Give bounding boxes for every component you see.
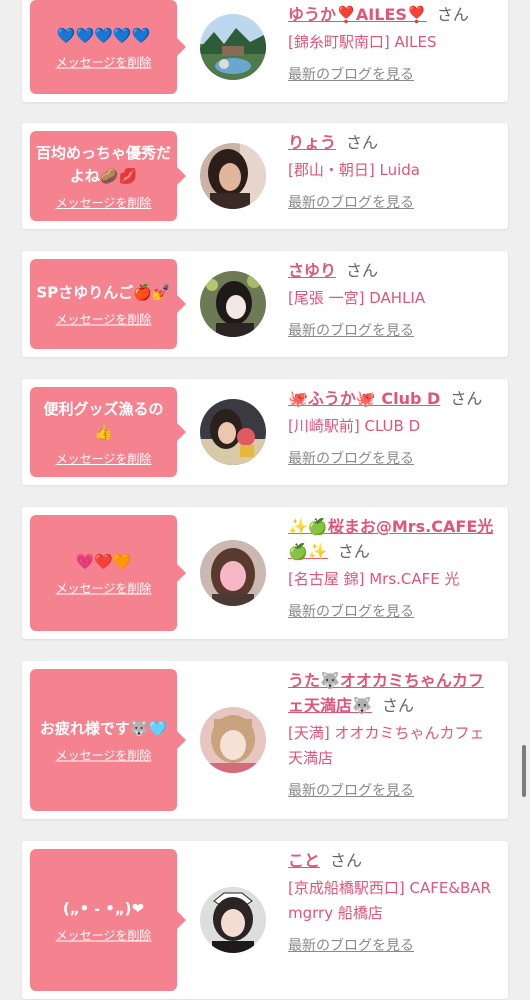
message-card: 便利グッズ漁るの👍 メッセージを削除 🐙ふうか🐙 Club D さん [川崎駅前]… — [22, 379, 508, 485]
avatar-woman-photo-icon — [200, 399, 266, 465]
name-line: りょう さん — [288, 130, 498, 155]
honorific: さん — [346, 261, 379, 280]
user-info: ゆうか❣️AILES❣️ さん [錦糸町駅南口] AILES 最新のブログを見る — [288, 2, 498, 85]
honorific: さん — [450, 389, 483, 408]
user-name-link[interactable]: ゆうか❣️AILES❣️ — [288, 5, 427, 24]
honorific: さん — [436, 5, 469, 24]
delete-message-link[interactable]: メッセージを削除 — [30, 313, 177, 327]
delete-message-link[interactable]: メッセージを削除 — [30, 929, 177, 943]
user-info: うた🐺オオカミちゃんカフェ天満店🐺 さん [天満] オオカミちゃんカフェ天満店 最… — [288, 668, 498, 801]
user-info: さゆり さん [尾張 一宮] DAHLIA 最新のブログを見る — [288, 258, 498, 341]
message-text: 💗❤️🧡 — [75, 552, 132, 571]
user-name-link[interactable]: さゆり — [288, 261, 336, 280]
avatar[interactable] — [200, 399, 266, 465]
avatar-landscape-photo-icon — [200, 14, 266, 80]
user-info: 🐙ふうか🐙 Club D さん [川崎駅前] CLUB D 最新のブログを見る — [288, 386, 498, 469]
latest-blog-link[interactable]: 最新のブログを見る — [288, 449, 414, 469]
name-line: ゆうか❣️AILES❣️ さん — [288, 2, 498, 27]
message-bubble: 百均めっちゃ優秀だよね🥔💋 メッセージを削除 — [30, 131, 186, 221]
message-card: 💙💙💙💙💙 メッセージを削除 ゆうか❣️AILES❣️ さん [錦糸町駅南口] A… — [22, 0, 508, 102]
name-line: うた🐺オオカミちゃんカフェ天満店🐺 さん — [288, 668, 498, 718]
message-text: SPさゆりんご🍎💅 — [36, 283, 171, 302]
message-card: 百均めっちゃ優秀だよね🥔💋 メッセージを削除 りょう さん [郡山・朝日] Lui… — [22, 123, 508, 229]
avatar[interactable] — [200, 271, 266, 337]
message-bubble: 💗❤️🧡 メッセージを削除 — [30, 515, 186, 631]
avatar[interactable] — [200, 143, 266, 209]
message-text: 💙💙💙💙💙 — [56, 26, 151, 45]
avatar[interactable] — [200, 14, 266, 80]
honorific: さん — [346, 133, 379, 152]
latest-blog-link[interactable]: 最新のブログを見る — [288, 65, 414, 85]
user-info: ✨🍏桜まお@Mrs.CAFE光🍏✨ さん [名古屋 錦] Mrs.CAFE 光 最… — [288, 514, 498, 622]
honorific: さん — [337, 542, 370, 561]
latest-blog-link[interactable]: 最新のブログを見る — [288, 936, 414, 956]
message-card: お疲れ様です🐺🩵 メッセージを削除 うた🐺オオカミちゃんカフェ天満店🐺 さん [天… — [22, 661, 508, 819]
latest-blog-link[interactable]: 最新のブログを見る — [288, 602, 414, 622]
delete-message-link[interactable]: メッセージを削除 — [30, 56, 177, 70]
honorific: さん — [330, 851, 363, 870]
latest-blog-link[interactable]: 最新のブログを見る — [288, 193, 414, 213]
message-bubble: 便利グッズ漁るの👍 メッセージを削除 — [30, 387, 186, 477]
shop-label: [川崎駅前] CLUB D — [288, 417, 421, 435]
message-text: 百均めっちゃ優秀だよね🥔💋 — [36, 144, 172, 185]
shop-label: [京成船橋駅西口] CAFE&BAR mgrry 船橋店 — [288, 879, 491, 922]
delete-message-link[interactable]: メッセージを削除 — [30, 582, 177, 596]
message-list: 💙💙💙💙💙 メッセージを削除 ゆうか❣️AILES❣️ さん [錦糸町駅南口] A… — [0, 0, 530, 1000]
message-card: („• ֊ •„)❤ メッセージを削除 こと さん [京成船橋駅西口] CAFE&… — [22, 841, 508, 999]
message-bubble: SPさゆりんご🍎💅 メッセージを削除 — [30, 259, 186, 349]
user-name-link[interactable]: りょう — [288, 133, 336, 152]
avatar-woman-photo-icon — [200, 143, 266, 209]
honorific: さん — [381, 696, 414, 715]
name-line: さゆり さん — [288, 258, 498, 283]
avatar[interactable] — [200, 887, 266, 953]
user-name-link[interactable]: こと — [288, 851, 320, 870]
message-card: 💗❤️🧡 メッセージを削除 ✨🍏桜まお@Mrs.CAFE光🍏✨ さん [名古屋 錦… — [22, 507, 508, 639]
latest-blog-link[interactable]: 最新のブログを見る — [288, 321, 414, 341]
name-line: こと さん — [288, 848, 498, 873]
shop-label: [郡山・朝日] Luida — [288, 161, 420, 179]
message-bubble: 💙💙💙💙💙 メッセージを削除 — [30, 0, 186, 94]
message-text: 便利グッズ漁るの👍 — [43, 400, 164, 441]
delete-message-link[interactable]: メッセージを削除 — [30, 452, 177, 466]
delete-message-link[interactable]: メッセージを削除 — [30, 196, 177, 210]
avatar[interactable] — [200, 540, 266, 606]
user-name-link[interactable]: 🐙ふうか🐙 Club D — [288, 389, 440, 408]
scrollbar-thumb[interactable] — [522, 745, 526, 797]
shop-label: [錦糸町駅南口] AILES — [288, 33, 437, 51]
message-text: お疲れ様です🐺🩵 — [39, 719, 168, 738]
delete-message-link[interactable]: メッセージを削除 — [30, 749, 177, 763]
user-name-link[interactable]: ✨🍏桜まお@Mrs.CAFE光🍏✨ — [288, 517, 493, 561]
name-line: ✨🍏桜まお@Mrs.CAFE光🍏✨ さん — [288, 514, 498, 564]
avatar-woman-photo-icon — [200, 887, 266, 953]
message-card: SPさゆりんご🍎💅 メッセージを削除 さゆり さん [尾張 一宮] DAHLIA … — [22, 251, 508, 357]
message-bubble: („• ֊ •„)❤ メッセージを削除 — [30, 849, 186, 991]
user-info: こと さん [京成船橋駅西口] CAFE&BAR mgrry 船橋店 最新のブログ… — [288, 848, 498, 956]
message-text: („• ֊ •„)❤ — [62, 899, 145, 918]
name-line: 🐙ふうか🐙 Club D さん — [288, 386, 498, 411]
avatar-woman-photo-icon — [200, 540, 266, 606]
avatar[interactable] — [200, 707, 266, 773]
shop-label: [尾張 一宮] DAHLIA — [288, 289, 426, 307]
shop-label: [天満] オオカミちゃんカフェ天満店 — [288, 724, 485, 767]
avatar-woman-photo-icon — [200, 707, 266, 773]
shop-label: [名古屋 錦] Mrs.CAFE 光 — [288, 570, 460, 588]
latest-blog-link[interactable]: 最新のブログを見る — [288, 781, 414, 801]
avatar-woman-photo-icon — [200, 271, 266, 337]
user-info: りょう さん [郡山・朝日] Luida 最新のブログを見る — [288, 130, 498, 213]
message-bubble: お疲れ様です🐺🩵 メッセージを削除 — [30, 669, 186, 811]
